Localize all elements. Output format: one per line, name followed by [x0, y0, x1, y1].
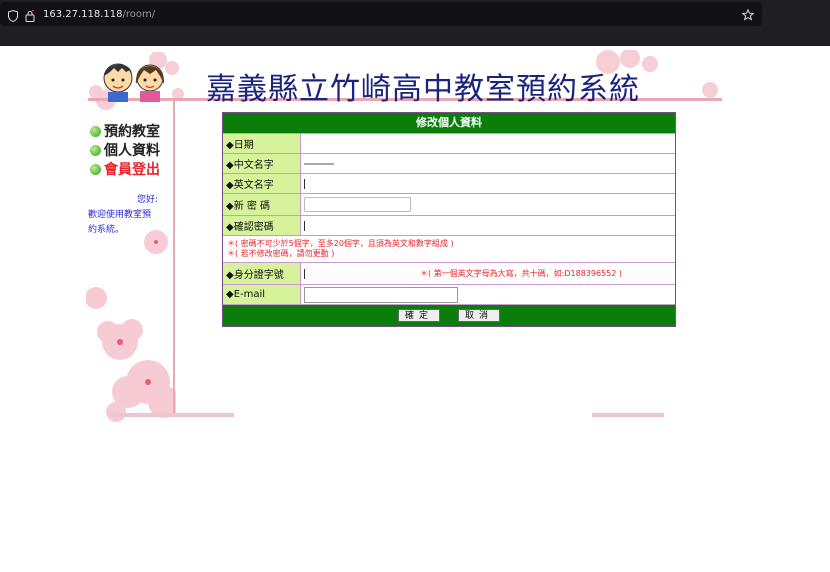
chinese-name-value — [301, 154, 675, 173]
form-row-chinese-name: ◆中文名字 — [223, 153, 675, 173]
greeting-hello: 您好: — [136, 195, 158, 205]
new-password-input[interactable] — [304, 197, 411, 212]
bottom-decoration-right — [592, 413, 664, 417]
field-label: ◆身分證字號 — [223, 263, 301, 284]
bottom-decoration — [110, 413, 234, 417]
sidebar-menu: 預約教室 個人資料 會員登出 — [90, 122, 160, 179]
password-keep-note: ＊( 若不修改密碼，請勿更動 ) — [227, 249, 335, 258]
edit-profile-form: 修改個人資料 ◆日期 ◆中文名字 ◆英文名字 ◆新 密 碼 ◆確認密碼 ＊( 密… — [222, 112, 676, 327]
field-label: ◆日期 — [223, 134, 301, 153]
form-row-confirm-password: ◆確認密碼 — [223, 215, 675, 235]
url-path: /room/ — [122, 9, 156, 20]
site-title: 嘉義縣立竹崎高中教室預約系統 — [206, 72, 640, 107]
welcome-message: 您好: 歡迎使用教室預 約系統。 — [88, 193, 170, 238]
menu-item-logout[interactable]: 會員登出 — [90, 160, 160, 178]
green-bullet-icon — [90, 125, 101, 137]
green-bullet-icon — [90, 144, 101, 156]
redacted-text — [304, 178, 305, 189]
english-name-value — [301, 174, 675, 193]
id-format-note: ＊( 第一個英文字母為大寫，共十碼，如:D188396552 ) — [420, 269, 622, 278]
field-label: ◆E-mail — [223, 285, 301, 304]
menu-item-label[interactable]: 會員登出 — [104, 159, 160, 179]
form-row-id-number: ◆身分證字號 ＊( 第一個英文字母為大寫，共十碼，如:D188396552 ) — [223, 262, 675, 284]
field-label: ◆確認密碼 — [223, 216, 301, 235]
form-row-new-password: ◆新 密 碼 — [223, 193, 675, 215]
shield-icon[interactable] — [8, 10, 18, 22]
field-label: ◆中文名字 — [223, 154, 301, 173]
url-host: 163.27.118.118 — [43, 9, 123, 20]
sakura-decoration-left — [86, 230, 176, 422]
email-input[interactable] — [304, 286, 458, 303]
greeting-line: 歡迎使用教室預 — [88, 210, 152, 220]
address-bar[interactable]: 163.27.118.118/room/ — [0, 2, 762, 26]
date-value — [301, 134, 675, 153]
menu-item-label[interactable]: 個人資料 — [104, 140, 160, 160]
cancel-button[interactable]: 取消 — [458, 309, 501, 322]
field-label: ◆英文名字 — [223, 174, 301, 193]
menu-item-profile[interactable]: 個人資料 — [90, 141, 160, 159]
password-rule-note: ＊( 密碼不可少於5個字，至多20個字，且須為英文和數字組成 ) — [227, 239, 454, 248]
confirm-password-input[interactable] — [304, 220, 305, 231]
bookmark-star-icon[interactable] — [742, 9, 754, 21]
confirm-button[interactable]: 確定 — [397, 309, 440, 322]
children-logo — [103, 63, 165, 102]
greeting-line: 約系統。 — [88, 225, 125, 235]
lock-icon[interactable] — [25, 10, 35, 22]
form-row-english-name: ◆英文名字 — [223, 173, 675, 193]
form-actions: 確定 取消 — [223, 304, 675, 326]
menu-item-label[interactable]: 預約教室 — [104, 121, 160, 141]
form-row-date: ◆日期 — [223, 133, 675, 153]
sidebar-divider — [173, 98, 175, 416]
url-text[interactable]: 163.27.118.118/room/ — [43, 9, 155, 20]
form-row-password-note: ＊( 密碼不可少於5個字，至多20個字，且須為英文和數字組成 ) ＊( 若不修改… — [223, 235, 675, 262]
redacted-text — [304, 162, 334, 165]
form-row-email: ◆E-mail — [223, 284, 675, 304]
browser-toolbar: 163.27.118.118/room/ — [0, 0, 830, 46]
green-bullet-icon — [90, 163, 101, 175]
menu-item-reserve-room[interactable]: 預約教室 — [90, 122, 160, 140]
field-label: ◆新 密 碼 — [223, 194, 301, 215]
form-title: 修改個人資料 — [223, 113, 675, 133]
